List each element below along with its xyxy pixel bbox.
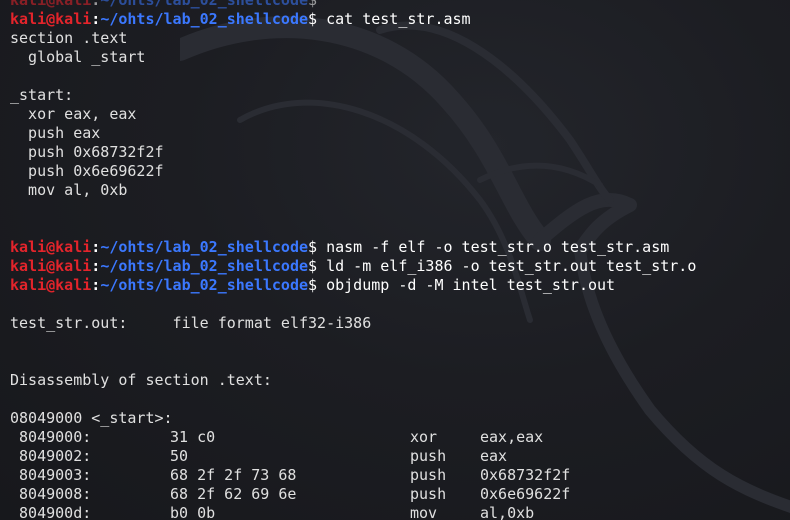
prompt-separator: : <box>91 238 101 256</box>
prompt-user-host: kali@kali <box>10 276 92 294</box>
disasm-address: 8049002: <box>10 447 92 465</box>
output-line: section .text <box>10 29 128 47</box>
disasm-operands: 0x68732f2f <box>480 466 571 484</box>
disasm-operands: al,0xb <box>480 504 535 520</box>
disasm-bytes: 50 <box>170 447 189 465</box>
disasm-operands: eax,eax <box>480 428 544 446</box>
disasm-address: 804900d: <box>10 504 92 520</box>
command-line: kali@kali:~/ohts/lab_02_shellcode$ objdu… <box>10 276 790 295</box>
command-text: nasm -f elf -o test_str.o test_str.asm <box>326 238 670 256</box>
prompt-separator: : <box>91 276 101 294</box>
command-text: objdump -d -M intel test_str.out <box>326 276 616 294</box>
disasm-mnemonic: mov <box>410 504 438 520</box>
disasm-row: 8049008: 68 2f 62 69 6e push 0x6e69622f <box>10 485 790 504</box>
objdump-file-format: test_str.out: file format elf32-i386 <box>10 314 372 332</box>
output-line: _start: <box>10 86 74 104</box>
disasm-row: 8049002: 50 push eax <box>10 447 790 466</box>
disasm-bytes: b0 0b <box>170 504 216 520</box>
objdump-symbol-label: 08049000 <_start>: <box>10 409 173 427</box>
prompt-sigil: $ <box>308 0 327 9</box>
output-line: xor eax, eax <box>10 105 137 123</box>
output-line: global _start <box>10 48 146 66</box>
prompt-path: ~/ohts/lab_02_shellcode <box>100 238 309 256</box>
disasm-mnemonic: push <box>410 466 447 484</box>
disasm-row: 804900d: b0 0b mov al,0xb <box>10 504 790 520</box>
disasm-bytes: 68 2f 62 69 6e <box>170 485 297 503</box>
command-text: cat test_str.asm <box>326 10 471 28</box>
prompt-user-host: kali@kali <box>10 238 92 256</box>
output-line: push 0x68732f2f <box>10 143 164 161</box>
disasm-operands: eax <box>480 447 508 465</box>
prompt-sigil: $ <box>308 276 327 294</box>
prompt-path: ~/ohts/lab_02_shellcode <box>100 0 309 9</box>
terminal-output: kali@kali:~/ohts/lab_02_shellcode$ kali@… <box>10 0 790 520</box>
command-text: ld -m elf_i386 -o test_str.out test_str.… <box>326 257 697 275</box>
prompt-user-host: kali@kali <box>10 10 92 28</box>
disasm-address: 8049008: <box>10 485 92 503</box>
objdump-section-header: Disassembly of section .text: <box>10 371 272 389</box>
output-line: push eax <box>10 124 101 142</box>
disasm-address: 8049000: <box>10 428 92 446</box>
prompt-separator: : <box>91 257 101 275</box>
prompt-sigil: $ <box>308 238 327 256</box>
disasm-address: 8049003: <box>10 466 92 484</box>
disasm-row: 8049003: 68 2f 2f 73 68 push 0x68732f2f <box>10 466 790 485</box>
command-line: kali@kali:~/ohts/lab_02_shellcode$ cat t… <box>10 10 790 29</box>
clipped-prompt-line: kali@kali:~/ohts/lab_02_shellcode$ <box>10 0 790 10</box>
prompt-sigil: $ <box>308 257 327 275</box>
prompt-sigil: $ <box>308 10 327 28</box>
disasm-mnemonic: xor <box>410 428 438 446</box>
disasm-mnemonic: push <box>410 447 447 465</box>
command-line: kali@kali:~/ohts/lab_02_shellcode$ ld -m… <box>10 257 790 276</box>
disasm-row: 8049000: 31 c0 xor eax,eax <box>10 428 790 447</box>
output-line: mov al, 0xb <box>10 181 128 199</box>
disasm-mnemonic: push <box>410 485 447 503</box>
prompt-path: ~/ohts/lab_02_shellcode <box>100 257 309 275</box>
disasm-bytes: 31 c0 <box>170 428 216 446</box>
prompt-path: ~/ohts/lab_02_shellcode <box>100 276 309 294</box>
terminal-window[interactable]: kali@kali:~/ohts/lab_02_shellcode$ kali@… <box>0 0 790 520</box>
prompt-separator: : <box>91 10 101 28</box>
prompt-separator: : <box>91 0 101 9</box>
prompt-path: ~/ohts/lab_02_shellcode <box>100 10 309 28</box>
command-line: kali@kali:~/ohts/lab_02_shellcode$ nasm … <box>10 238 790 257</box>
prompt-user-host: kali@kali <box>10 0 92 9</box>
disasm-bytes: 68 2f 2f 73 68 <box>170 466 297 484</box>
disasm-operands: 0x6e69622f <box>480 485 571 503</box>
output-line: push 0x6e69622f <box>10 162 164 180</box>
prompt-user-host: kali@kali <box>10 257 92 275</box>
